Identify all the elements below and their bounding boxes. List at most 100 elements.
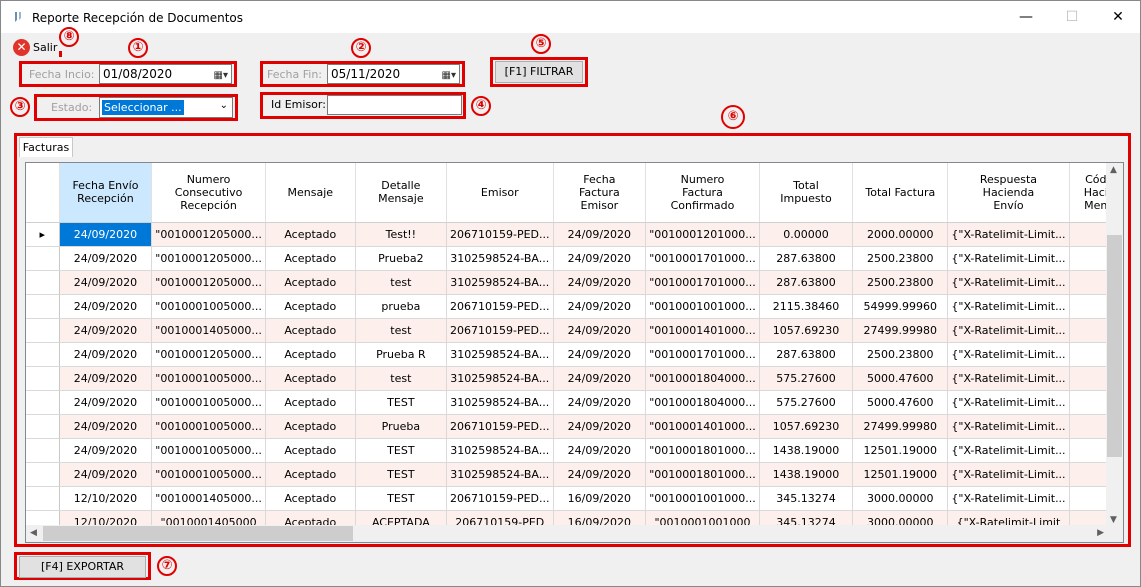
scroll-down-icon[interactable]: ▼ — [1110, 515, 1117, 525]
table-cell[interactable]: 24/09/2020 — [553, 318, 647, 343]
table-cell[interactable]: {"X-Ratelimit-Limit... — [947, 390, 1070, 415]
table-row[interactable]: 24/09/2020 "0010001005000... Aceptado TEST 3… — [26, 390, 1123, 415]
table-cell[interactable]: "0010001005000... — [151, 414, 266, 439]
table-cell[interactable]: "0010001701000... — [645, 342, 760, 367]
table-cell[interactable]: 3102598524-BA... — [446, 438, 554, 463]
table-cell[interactable]: {"X-Ratelimit-Limit... — [947, 318, 1070, 343]
table-cell[interactable]: 1438.19000 — [759, 462, 854, 487]
scroll-right-icon[interactable]: ▶ — [1097, 528, 1104, 538]
table-cell[interactable]: 206710159-PED... — [446, 486, 554, 511]
table-cell[interactable]: 5000.47600 — [852, 366, 949, 391]
calendar-dropdown-icon[interactable]: ▦▾ — [214, 67, 228, 85]
table-cell[interactable]: 12501.19000 — [852, 438, 949, 463]
table-cell[interactable]: "0010001005000... — [151, 462, 266, 487]
tab-facturas[interactable]: Facturas — [19, 137, 73, 157]
table-cell[interactable]: 0.00000 — [759, 222, 854, 247]
fecha-fin-picker[interactable]: 05/11/2020 ▦▾ — [327, 64, 460, 84]
vertical-scroll-thumb[interactable] — [1107, 235, 1122, 457]
table-cell[interactable]: 1057.69230 — [759, 318, 854, 343]
table-cell[interactable]: Aceptado — [265, 438, 356, 463]
table-cell[interactable]: 24/09/2020 — [553, 294, 647, 319]
table-cell[interactable]: "0010001005000... — [151, 366, 266, 391]
table-cell[interactable]: 575.27600 — [759, 390, 854, 415]
table-cell[interactable]: 24/09/2020 — [59, 462, 153, 487]
table-cell[interactable]: Prueba — [355, 414, 448, 439]
table-cell[interactable]: Aceptado — [265, 318, 356, 343]
row-header[interactable] — [26, 246, 60, 271]
table-cell[interactable]: "0010001405000... — [151, 486, 266, 511]
table-cell[interactable]: TEST — [355, 486, 448, 511]
table-cell[interactable]: 24/09/2020 — [553, 246, 647, 271]
table-cell[interactable]: 3102598524-BA... — [446, 366, 554, 391]
table-row[interactable]: 24/09/2020 "0010001005000... Aceptado test 3… — [26, 366, 1123, 391]
row-header[interactable] — [26, 486, 60, 511]
table-cell[interactable]: test — [355, 270, 448, 295]
table-cell[interactable]: {"X-Ratelimit-Limit... — [947, 414, 1070, 439]
table-cell[interactable]: 2500.23800 — [852, 342, 949, 367]
table-cell[interactable]: "0010001001000... — [645, 486, 760, 511]
table-cell[interactable]: "0010001205000... — [151, 342, 266, 367]
estado-select[interactable]: Seleccionar ... ⌄ — [99, 97, 233, 118]
column-header[interactable]: Respuesta Hacienda Envío — [947, 163, 1070, 223]
table-cell[interactable]: 5000.47600 — [852, 390, 949, 415]
table-row[interactable]: 12/10/2020 "0010001405000... Aceptado TEST 2… — [26, 486, 1123, 511]
row-header[interactable] — [26, 366, 60, 391]
table-cell[interactable]: {"X-Ratelimit-Limit... — [947, 342, 1070, 367]
table-cell[interactable]: 24/09/2020 — [553, 438, 647, 463]
table-cell[interactable]: 206710159-PED... — [446, 294, 554, 319]
table-cell[interactable]: {"X-Ratelimit-Limit... — [947, 222, 1070, 247]
table-cell[interactable]: Aceptado — [265, 246, 356, 271]
table-cell[interactable]: "0010001201000... — [645, 222, 760, 247]
table-row[interactable]: ▸ 24/09/2020 "0010001205000... Aceptado Test… — [26, 222, 1123, 247]
table-row[interactable]: 24/09/2020 "0010001005000... Aceptado prueb… — [26, 294, 1123, 319]
table-cell[interactable]: 24/09/2020 — [59, 318, 153, 343]
table-cell[interactable]: 575.27600 — [759, 366, 854, 391]
table-cell[interactable]: "0010001005000... — [151, 294, 266, 319]
table-cell[interactable]: Aceptado — [265, 414, 356, 439]
table-row[interactable]: 24/09/2020 "0010001205000... Aceptado Prueb… — [26, 246, 1123, 271]
column-header[interactable]: Mensaje — [265, 163, 356, 223]
id-emisor-input[interactable] — [327, 95, 462, 115]
table-cell[interactable]: 3102598524-BA... — [446, 390, 554, 415]
table-cell[interactable]: Aceptado — [265, 462, 356, 487]
table-cell[interactable]: 24/09/2020 — [553, 270, 647, 295]
table-cell[interactable]: 1438.19000 — [759, 438, 854, 463]
table-cell[interactable]: 3102598524-BA... — [446, 246, 554, 271]
table-row[interactable]: 24/09/2020 "0010001005000... Aceptado TEST 3… — [26, 438, 1123, 463]
table-cell[interactable]: 206710159-PED... — [446, 222, 554, 247]
facturas-grid[interactable]: Fecha Envío Recepción Numero Consecutivo… — [25, 162, 1124, 543]
horizontal-scrollbar[interactable]: ◀ ▶ — [26, 525, 1108, 542]
table-cell[interactable]: 24/09/2020 — [553, 390, 647, 415]
table-cell[interactable]: 3000.00000 — [852, 486, 949, 511]
table-cell[interactable]: 12/10/2020 — [59, 486, 153, 511]
table-cell[interactable]: 2500.23800 — [852, 246, 949, 271]
table-cell[interactable]: Aceptado — [265, 294, 356, 319]
table-cell[interactable]: "0010001804000... — [645, 390, 760, 415]
table-cell[interactable]: 287.63800 — [759, 270, 854, 295]
calendar-dropdown-icon[interactable]: ▦▾ — [442, 67, 456, 85]
table-cell[interactable]: 24/09/2020 — [553, 222, 647, 247]
table-cell[interactable]: 287.63800 — [759, 246, 854, 271]
table-cell[interactable]: Aceptado — [265, 366, 356, 391]
table-cell[interactable]: "0010001205000... — [151, 270, 266, 295]
table-cell[interactable]: 27499.99980 — [852, 318, 949, 343]
table-cell[interactable]: {"X-Ratelimit-Limit... — [947, 366, 1070, 391]
table-cell[interactable]: {"X-Ratelimit-Limit... — [947, 246, 1070, 271]
table-cell[interactable]: 16/09/2020 — [553, 486, 647, 511]
table-cell[interactable]: 24/09/2020 — [59, 294, 153, 319]
exportar-button[interactable]: [F4] EXPORTAR — [19, 556, 146, 578]
row-header[interactable] — [26, 414, 60, 439]
table-cell[interactable]: 24/09/2020 — [59, 342, 153, 367]
column-header[interactable]: Total Factura — [852, 163, 949, 223]
table-cell[interactable]: Aceptado — [265, 270, 356, 295]
table-cell[interactable]: Aceptado — [265, 486, 356, 511]
table-row[interactable]: 24/09/2020 "0010001205000... Aceptado test 3… — [26, 270, 1123, 295]
table-cell[interactable]: "0010001205000... — [151, 246, 266, 271]
table-cell[interactable]: Prueba2 — [355, 246, 448, 271]
table-cell[interactable]: "0010001701000... — [645, 246, 760, 271]
table-cell[interactable]: 3102598524-BA... — [446, 462, 554, 487]
table-cell[interactable]: "0010001001000... — [645, 294, 760, 319]
table-cell[interactable]: Prueba R — [355, 342, 448, 367]
table-row[interactable]: 24/09/2020 "0010001005000... Aceptado Prueb… — [26, 414, 1123, 439]
table-cell[interactable]: 206710159-PED... — [446, 414, 554, 439]
